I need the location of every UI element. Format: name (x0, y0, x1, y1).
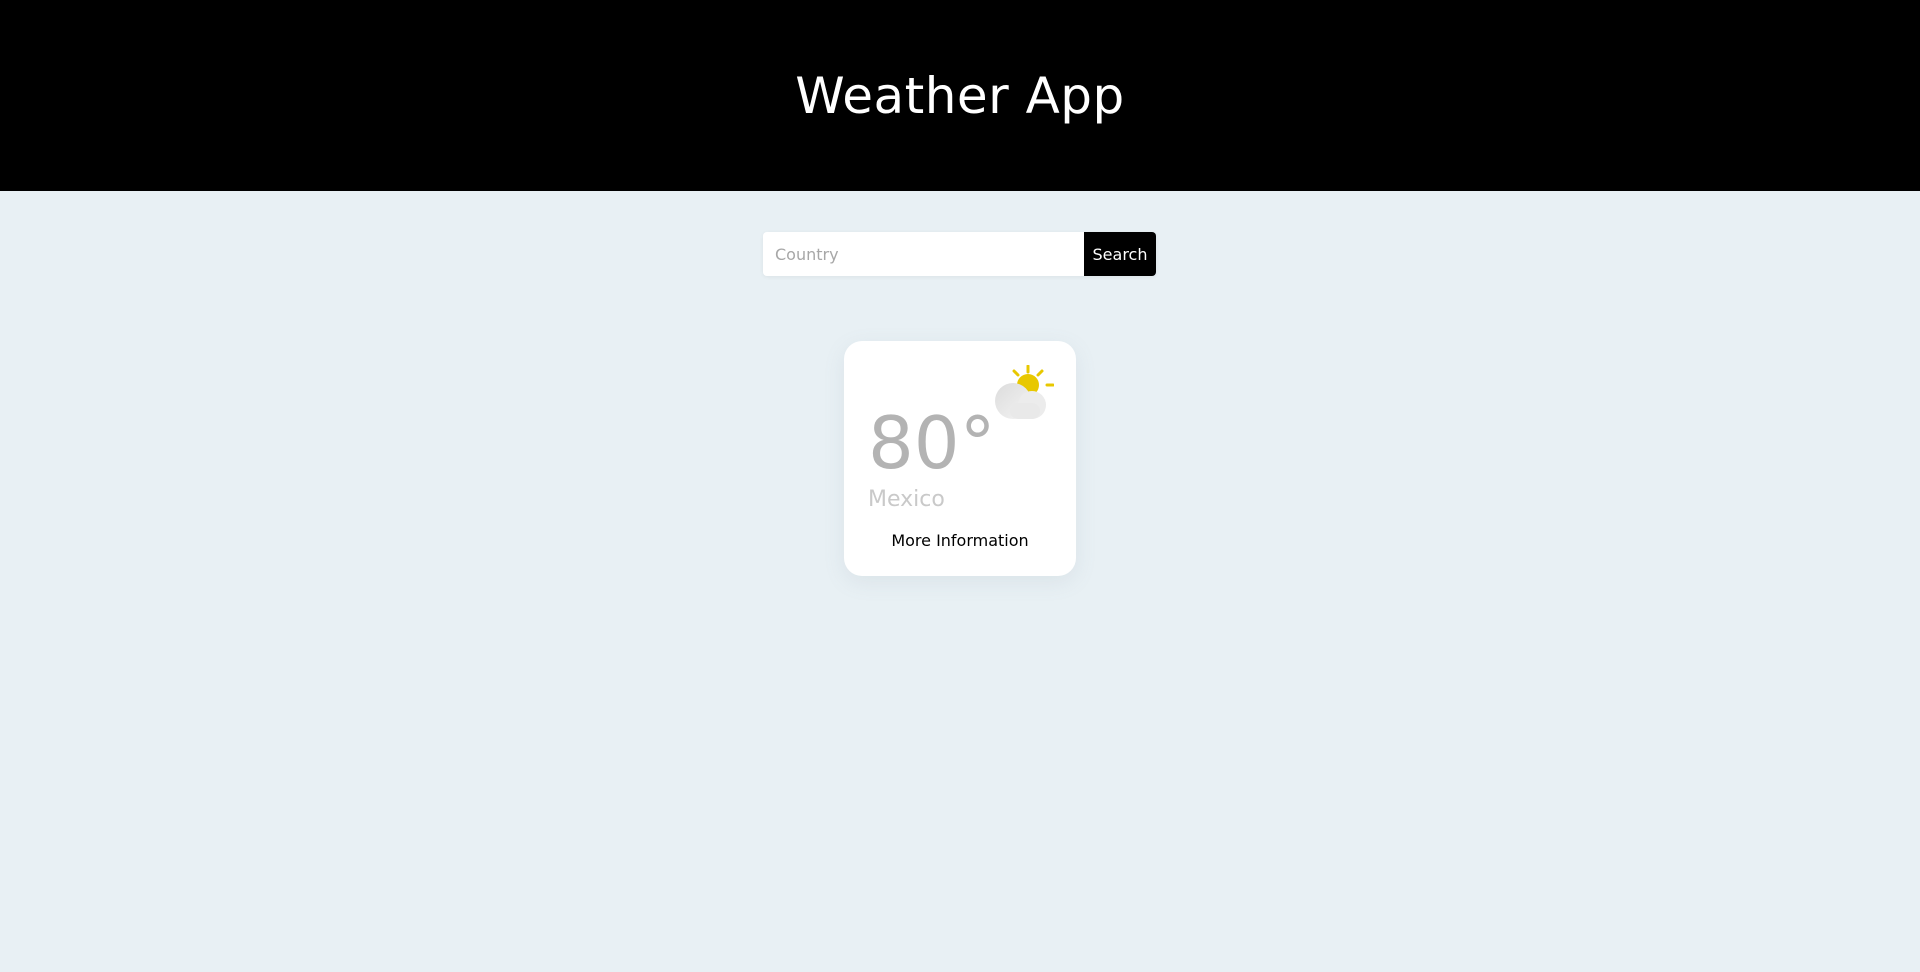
country-search-input[interactable] (763, 232, 1084, 276)
partly-cloudy-icon (992, 364, 1055, 421)
weather-card: 80° Mexico More Information (844, 341, 1076, 576)
app-header: Weather App (0, 0, 1920, 191)
temperature-value: 80° (868, 401, 996, 485)
search-button[interactable]: Search (1084, 232, 1156, 276)
search-bar: Search (763, 232, 1156, 276)
page-title: Weather App (795, 66, 1125, 125)
location-name: Mexico (868, 487, 945, 512)
more-information-link[interactable]: More Information (844, 531, 1076, 550)
